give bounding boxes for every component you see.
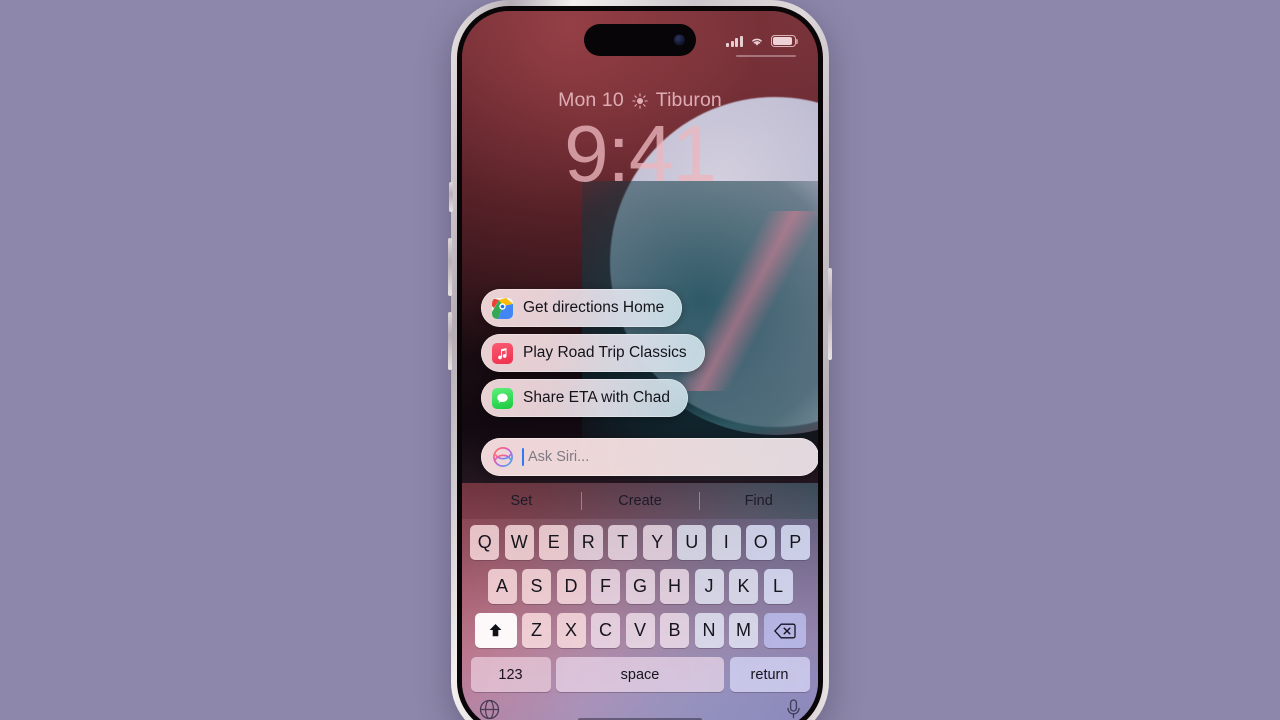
- key-m[interactable]: M: [729, 613, 758, 648]
- key-g[interactable]: G: [625, 569, 655, 604]
- key-q[interactable]: Q: [470, 525, 500, 560]
- messages-app-icon: [492, 387, 513, 409]
- siri-orb-icon: [492, 446, 514, 468]
- shift-arrow-icon: [489, 624, 502, 637]
- return-key[interactable]: return: [729, 657, 810, 692]
- key-j[interactable]: J: [694, 569, 724, 604]
- music-app-icon: [492, 342, 513, 364]
- keyboard-row-1: Q W E R T Y U I O P: [465, 525, 815, 560]
- numbers-key[interactable]: 123: [470, 657, 551, 692]
- key-f[interactable]: F: [591, 569, 620, 604]
- ask-siri-placeholder: Ask Siri...: [528, 449, 590, 465]
- microphone-icon[interactable]: [786, 699, 801, 720]
- cellular-bars-icon: [726, 36, 743, 47]
- key-r[interactable]: R: [573, 525, 603, 560]
- siri-suggestion-label: Get directions Home: [523, 299, 665, 316]
- space-key[interactable]: space: [556, 657, 724, 692]
- ask-siri-input[interactable]: Ask Siri...: [481, 438, 818, 476]
- keyboard-row-3: Z X C V B N M: [465, 613, 815, 648]
- key-l[interactable]: L: [763, 569, 793, 604]
- key-t[interactable]: T: [608, 525, 638, 560]
- sun-icon: [632, 92, 648, 109]
- keyboard-row-2: A S D F G H J K L: [465, 569, 815, 604]
- key-d[interactable]: D: [556, 569, 586, 604]
- key-n[interactable]: N: [694, 613, 724, 648]
- key-z[interactable]: Z: [522, 613, 551, 648]
- status-bar-underline: [736, 55, 796, 57]
- key-c[interactable]: C: [591, 613, 620, 648]
- backspace-delete-icon: [773, 623, 796, 638]
- siri-suggestions-list: Get directions Home Play Road Trip Class…: [481, 289, 799, 417]
- backspace-key[interactable]: [763, 613, 806, 648]
- key-v[interactable]: V: [625, 613, 655, 648]
- key-p[interactable]: P: [780, 525, 810, 560]
- key-h[interactable]: H: [660, 569, 689, 604]
- siri-suggestion-chip[interactable]: Share ETA with Chad: [481, 379, 689, 417]
- text-cursor: [522, 448, 524, 466]
- key-e[interactable]: E: [539, 525, 569, 560]
- side-power-button[interactable]: [828, 268, 832, 360]
- phone-screen: Mon 10 Tiburon 9:41 Get directions Home …: [462, 11, 818, 720]
- globe-emoji-icon[interactable]: [479, 699, 500, 720]
- status-bar: [726, 35, 799, 47]
- key-u[interactable]: U: [677, 525, 707, 560]
- key-o[interactable]: O: [746, 525, 776, 560]
- prediction-candidate[interactable]: Create: [581, 493, 700, 509]
- silent-switch-button[interactable]: [449, 182, 453, 212]
- siri-suggestion-chip[interactable]: Play Road Trip Classics: [481, 334, 705, 372]
- on-screen-keyboard: Q W E R T Y U I O P A S D F G H J K L Z …: [462, 519, 818, 720]
- key-i[interactable]: I: [711, 525, 741, 560]
- predictive-text-bar: Set Create Find: [462, 483, 818, 519]
- dynamic-island[interactable]: [584, 24, 696, 56]
- prediction-candidate[interactable]: Find: [699, 493, 818, 509]
- battery-icon: [771, 35, 799, 47]
- key-w[interactable]: W: [504, 525, 534, 560]
- key-k[interactable]: K: [729, 569, 758, 604]
- key-y[interactable]: Y: [642, 525, 672, 560]
- iphone-device: Mon 10 Tiburon 9:41 Get directions Home …: [448, 0, 832, 720]
- volume-down-button[interactable]: [448, 312, 452, 370]
- key-s[interactable]: S: [522, 569, 551, 604]
- prediction-candidate[interactable]: Set: [462, 493, 581, 509]
- keyboard-row-4: 123 space return: [465, 657, 815, 692]
- siri-suggestion-label: Play Road Trip Classics: [523, 344, 687, 361]
- key-x[interactable]: X: [556, 613, 586, 648]
- front-camera-icon: [674, 34, 685, 46]
- maps-app-icon: [492, 297, 513, 319]
- lock-screen-clock: 9:41: [564, 109, 717, 198]
- shift-key[interactable]: [474, 613, 517, 648]
- key-a[interactable]: A: [487, 569, 517, 604]
- volume-up-button[interactable]: [448, 238, 452, 296]
- siri-suggestion-label: Share ETA with Chad: [523, 389, 671, 406]
- wifi-icon: [752, 38, 762, 46]
- siri-suggestion-chip[interactable]: Get directions Home: [481, 289, 683, 327]
- key-b[interactable]: B: [660, 613, 689, 648]
